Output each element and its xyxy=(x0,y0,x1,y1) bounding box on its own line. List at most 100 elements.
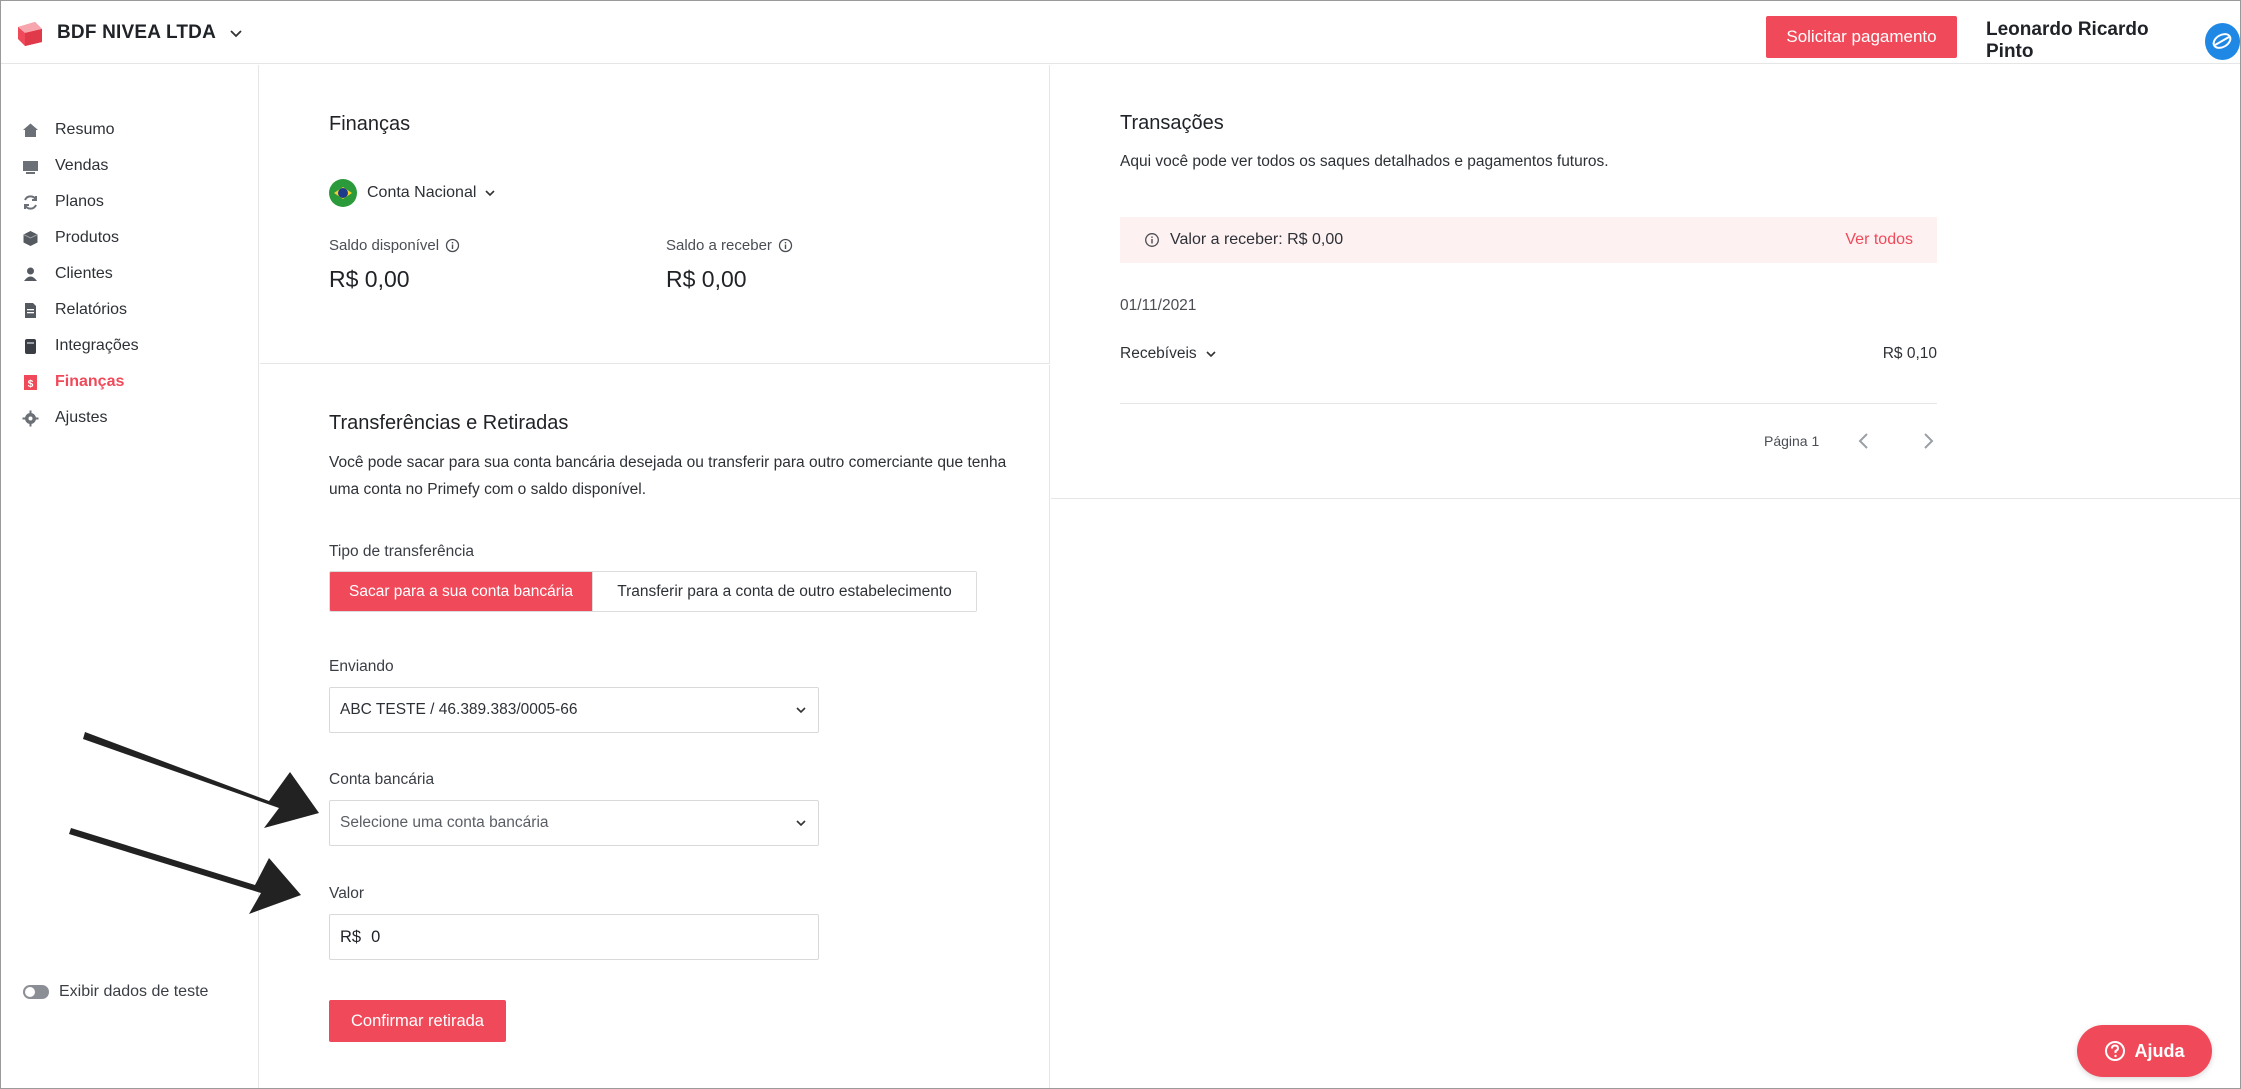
sending-value: ABC TESTE / 46.389.383/0005-66 xyxy=(340,701,578,718)
chevron-left-icon xyxy=(1858,433,1868,449)
transfers-title: Transferências e Retiradas xyxy=(329,412,569,434)
row-category: Recebíveis xyxy=(1120,345,1197,362)
available-balance: Saldo disponível R$ 0,00 xyxy=(329,237,460,293)
chevron-down-icon xyxy=(230,30,242,38)
user-avatar-icon xyxy=(2213,33,2232,49)
sidebar-item-label: Relatórios xyxy=(55,301,128,318)
finance-panel: Finanças Conta Nacional Saldo disponível… xyxy=(260,65,1050,364)
avatar xyxy=(2204,22,2240,60)
bank-account-label: Conta bancária xyxy=(329,771,435,788)
bank-account-placeholder: Selecione uma conta bancária xyxy=(340,814,549,831)
sidebar-item-label: Resumo xyxy=(55,121,115,138)
user-name: Leonardo Ricardo Pinto xyxy=(1986,19,2149,62)
sending-label: Enviando xyxy=(329,658,394,675)
refresh-icon xyxy=(21,193,39,211)
user-menu[interactable]: Leonardo Ricardo Pinto xyxy=(1986,19,2240,63)
receivable-balance-label: Saldo a receber xyxy=(666,237,772,254)
amount-field[interactable]: R$ xyxy=(329,914,819,960)
transactions-description: Aqui você pode ver todos os saques detal… xyxy=(1120,153,1609,170)
amount-input[interactable] xyxy=(371,927,792,947)
withdraw-to-bank-option[interactable]: Sacar para a sua conta bancária xyxy=(330,572,592,611)
sidebar-item-label: Vendas xyxy=(55,157,109,174)
transfer-type-toggle: Sacar para a sua conta bancária Transfer… xyxy=(329,571,977,612)
row-amount: R$ 0,10 xyxy=(1882,345,1937,362)
see-all-link[interactable]: Ver todos xyxy=(1845,231,1913,249)
box-icon xyxy=(21,229,39,247)
chevron-down-icon xyxy=(796,707,806,714)
top-bar: BDF NIVEA LTDA Solicitar pagamento Leona… xyxy=(1,1,2240,64)
help-button[interactable]: Ajuda xyxy=(2077,1025,2212,1077)
sidebar-item-resumo[interactable]: Resumo xyxy=(21,115,115,145)
gear-icon xyxy=(21,409,39,427)
transfers-panel: Transferências e Retiradas Você pode sac… xyxy=(260,365,1050,1088)
sidebar-item-relatorios[interactable]: Relatórios xyxy=(21,295,127,325)
request-payment-button[interactable]: Solicitar pagamento xyxy=(1766,16,1957,58)
test-data-label: Exibir dados de teste xyxy=(59,983,209,1000)
sidebar-item-ajustes[interactable]: Ajustes xyxy=(21,403,107,433)
sending-select[interactable]: ABC TESTE / 46.389.383/0005-66 xyxy=(329,687,819,733)
sidebar-item-label: Ajustes xyxy=(55,409,108,426)
home-icon xyxy=(21,121,39,139)
info-icon[interactable] xyxy=(778,238,793,253)
receivable-text: Valor a receber: R$ 0,00 xyxy=(1170,231,1344,248)
chevron-right-icon xyxy=(1924,433,1934,449)
page-label: Página 1 xyxy=(1764,433,1820,449)
bank-account-select[interactable]: Selecione uma conta bancária xyxy=(329,800,819,846)
company-logo-icon xyxy=(18,22,42,46)
receivable-banner: Valor a receber: R$ 0,00 Ver todos xyxy=(1120,217,1937,263)
account-selector[interactable]: Conta Nacional xyxy=(329,179,496,207)
sidebar-item-integracoes[interactable]: Integrações xyxy=(21,331,139,361)
toggle-switch[interactable] xyxy=(23,985,49,999)
transfers-description: Você pode sacar para sua conta bancária … xyxy=(329,454,1007,498)
transaction-date: 01/11/2021 xyxy=(1120,297,1197,314)
chevron-down-icon xyxy=(485,190,495,197)
currency-prefix: R$ xyxy=(340,927,362,946)
amount-label: Valor xyxy=(329,885,365,902)
pagination: Página 1 xyxy=(1764,430,1939,452)
receivable-balance-value: R$ 0,00 xyxy=(666,266,747,292)
sidebar-item-label: Produtos xyxy=(55,229,120,246)
finance-title: Finanças xyxy=(329,113,411,135)
next-page-button[interactable] xyxy=(1917,430,1939,452)
transfer-type-label: Tipo de transferência xyxy=(329,543,475,560)
receivables-toggle[interactable]: Recebíveis xyxy=(1120,345,1217,363)
sidebar-item-label: Finanças xyxy=(55,373,125,390)
sidebar-item-financas[interactable]: $ Finanças xyxy=(21,367,124,397)
users-icon xyxy=(21,265,39,283)
divider xyxy=(1120,403,1937,404)
help-label: Ajuda xyxy=(2134,1040,2185,1061)
document-icon xyxy=(21,301,39,319)
transactions-title: Transações xyxy=(1120,112,1224,134)
finance-icon: $ xyxy=(21,373,39,391)
sidebar-item-planos[interactable]: Planos xyxy=(21,187,104,217)
sidebar-item-label: Integrações xyxy=(55,337,139,354)
company-name: BDF NIVEA LTDA xyxy=(57,22,217,43)
sidebar-item-label: Clientes xyxy=(55,265,113,282)
sidebar-item-clientes[interactable]: Clientes xyxy=(21,259,113,289)
table-row: Recebíveis R$ 0,10 xyxy=(1120,342,1937,366)
chevron-down-icon xyxy=(1206,351,1216,358)
confirm-withdrawal-button[interactable]: Confirmar retirada xyxy=(329,1000,506,1042)
chevron-down-icon xyxy=(796,820,806,827)
previous-page-button[interactable] xyxy=(1853,430,1875,452)
test-data-toggle[interactable]: Exibir dados de teste xyxy=(23,983,208,1001)
sidebar-item-label: Planos xyxy=(55,193,104,210)
app-window: BDF NIVEA LTDA Solicitar pagamento Leona… xyxy=(0,0,2241,1089)
sidebar-item-produtos[interactable]: Produtos xyxy=(21,223,119,253)
info-icon[interactable] xyxy=(445,238,460,253)
info-icon xyxy=(1145,233,1159,247)
brazil-flag-icon xyxy=(329,179,357,207)
integration-icon xyxy=(21,337,39,355)
receivable-balance: Saldo a receber R$ 0,00 xyxy=(666,237,793,293)
question-icon xyxy=(2105,1041,2126,1061)
sidebar-item-vendas[interactable]: Vendas xyxy=(21,151,108,181)
available-balance-label: Saldo disponível xyxy=(329,237,440,254)
sales-icon xyxy=(21,157,39,175)
company-switcher[interactable]: BDF NIVEA LTDA xyxy=(15,18,244,48)
available-balance-value: R$ 0,00 xyxy=(329,266,410,292)
transfer-to-merchant-option[interactable]: Transferir para a conta de outro estabel… xyxy=(592,572,976,611)
account-label: Conta Nacional xyxy=(367,184,477,201)
transactions-panel: Transações Aqui você pode ver todos os s… xyxy=(1051,65,2240,499)
sidebar-nav: Resumo Vendas Planos Produtos Clientes R… xyxy=(1,65,259,1088)
svg-text:$: $ xyxy=(27,379,33,390)
